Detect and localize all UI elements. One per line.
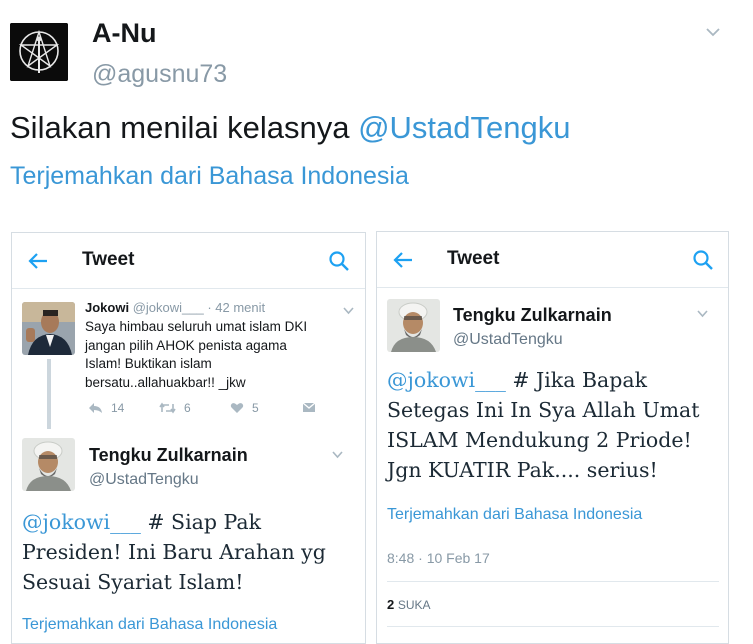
likes-summary[interactable]: 2 SUKA [387, 597, 431, 612]
tweet-text: @jokowi___ # Siap Pak Presiden! Ini Baru… [22, 507, 326, 597]
reply-name[interactable]: Jokowi [85, 300, 129, 315]
tweet-line: @jokowi___ # Jika Bapak [387, 365, 700, 395]
tweet-author-name[interactable]: Tengku Zulkarnain [453, 305, 612, 326]
tweet-topbar: Tweet [12, 233, 365, 289]
tweet-author-handle[interactable]: @UstadTengku [453, 331, 563, 349]
reply-line: bersatu..allahuakbar!! _jkw [85, 374, 246, 390]
chevron-down-icon[interactable] [331, 450, 344, 459]
chevron-down-icon[interactable] [704, 26, 722, 38]
tweet-line-rest: # Siap Pak [140, 510, 262, 534]
reply-line: Saya himbau seluruh umat islam DKI [85, 319, 308, 334]
pentagram-avatar-icon [10, 23, 68, 81]
tweet-line: Jgn KUATIR Pak.... serius! [387, 458, 658, 482]
retweet-action[interactable]: 6 [159, 401, 191, 415]
tweet-line: Presiden! Ini Baru Arahan yg [22, 540, 326, 564]
reply-text: Saya himbau seluruh umat islam DKI janga… [85, 318, 307, 392]
tengku-avatar[interactable] [22, 438, 75, 491]
mention-link[interactable]: @jokowi___ [387, 368, 506, 392]
like-action[interactable]: 5 [230, 401, 259, 415]
translate-link[interactable]: Terjemahkan dari Bahasa Indonesia [22, 616, 277, 634]
tweet-line-rest: # Jika Bapak [505, 368, 648, 392]
chevron-down-icon[interactable] [342, 306, 355, 315]
tweet-text: @jokowi___ # Jika Bapak Setegas Ini In S… [387, 365, 700, 485]
user-avatar[interactable] [10, 23, 68, 81]
reply-line: jangan pilih AHOK penista agama [85, 337, 287, 353]
mention-link[interactable]: @UstadTengku [358, 110, 570, 145]
like-count: 5 [252, 401, 259, 415]
likes-label: SUKA [397, 598, 431, 612]
topbar-title: Tweet [82, 249, 135, 270]
reply-header: Jokowi @jokowi___ · 42 menit [85, 300, 265, 315]
divider [387, 626, 719, 627]
retweet-icon [159, 402, 176, 414]
reply-handle[interactable]: @jokowi___ [133, 300, 204, 315]
translate-link[interactable]: Terjemahkan dari Bahasa Indonesia [10, 162, 409, 191]
divider [387, 581, 719, 582]
tengku-avatar[interactable] [387, 299, 440, 352]
reply-line: Islam! Buktikan islam [85, 356, 212, 371]
screenshot-right: Tweet Tengku Zulkarnain @UstadTengku @jo… [376, 231, 729, 644]
topbar-title: Tweet [447, 248, 500, 269]
chevron-down-icon[interactable] [696, 309, 709, 318]
dm-action[interactable] [302, 401, 316, 413]
tweet-author-name[interactable]: Tengku Zulkarnain [89, 445, 248, 466]
tweet-text: Silakan menilai kelasnya @UstadTengku [10, 110, 571, 146]
likes-count: 2 [387, 597, 395, 612]
reply-count: 14 [111, 401, 125, 415]
jokowi-avatar[interactable] [22, 302, 75, 355]
thread-line [47, 359, 51, 429]
translate-link[interactable]: Terjemahkan dari Bahasa Indonesia [387, 506, 642, 524]
tweet-line: @jokowi___ # Siap Pak [22, 507, 326, 537]
reply-time: · 42 menit [207, 300, 266, 315]
search-icon[interactable] [328, 250, 350, 272]
search-icon[interactable] [692, 249, 714, 271]
heart-icon [230, 403, 244, 413]
display-name[interactable]: A-Nu [92, 18, 156, 49]
tweet-author-handle[interactable]: @UstadTengku [89, 471, 199, 489]
envelope-icon [302, 402, 316, 412]
tweet-line: Sesuai Syariat Islam! [22, 570, 244, 594]
tweet-timestamp[interactable]: 8:48 · 10 Feb 17 [387, 550, 490, 566]
retweet-count: 6 [184, 401, 191, 415]
tweet-line: Setegas Ini In Sya Allah Umat [387, 398, 700, 422]
tweet-text-plain: Silakan menilai kelasnya [10, 110, 359, 145]
back-arrow-icon[interactable] [28, 252, 48, 270]
back-arrow-icon[interactable] [393, 251, 413, 269]
screenshot-left: Tweet Jokowi @jokowi___ · 42 menit Saya … [11, 232, 366, 644]
tengku-photo [22, 438, 75, 491]
jokowi-photo [22, 302, 75, 355]
reply-icon [89, 403, 102, 413]
tengku-photo [387, 299, 440, 352]
tweet-line: ISLAM Mendukung 2 Priode! [387, 428, 692, 452]
reply-action[interactable]: 14 [88, 401, 124, 415]
tweet-topbar: Tweet [377, 232, 728, 288]
mention-link[interactable]: @jokowi___ [22, 510, 141, 534]
user-handle[interactable]: @agusnu73 [92, 60, 227, 89]
